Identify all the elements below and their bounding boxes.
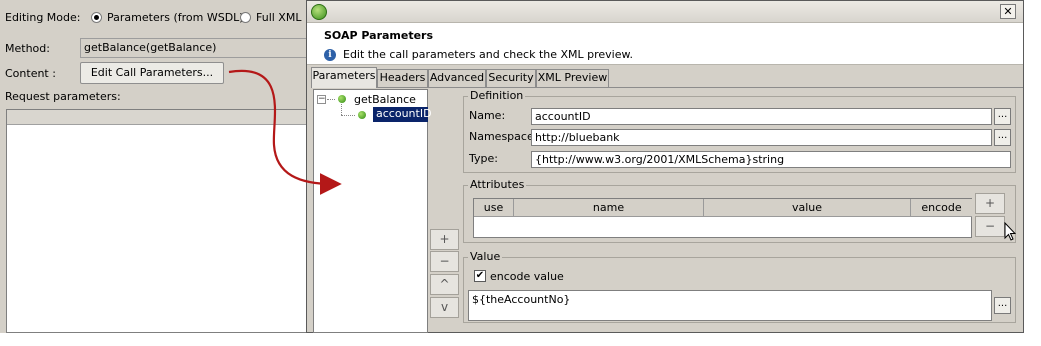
value-browse-button[interactable]: ... [994, 297, 1011, 314]
method-label: Method: [5, 42, 50, 55]
add-attribute-button[interactable]: + [975, 193, 1005, 214]
name-label: Name: [469, 109, 506, 122]
type-label: Type: [469, 152, 498, 165]
close-button[interactable]: ✕ [1000, 4, 1016, 19]
attributes-table[interactable]: use name value encode [473, 198, 972, 238]
dialog-description: Edit the call parameters and check the X… [343, 48, 633, 61]
content-label: Content : [5, 67, 56, 80]
soap-parameters-dialog: ✕ SOAP Parameters i Edit the call parame… [306, 0, 1024, 333]
request-parameters-table[interactable] [6, 109, 306, 333]
definition-group-title: Definition [468, 89, 526, 102]
name-browse-button[interactable]: ... [994, 108, 1011, 125]
value-group-title: Value [468, 250, 503, 263]
tab-parameters[interactable]: Parameters [311, 67, 377, 88]
namespace-label: Namespace: [469, 130, 538, 143]
request-parameters-label: Request parameters: [5, 90, 121, 103]
dialog-header: SOAP Parameters i Edit the call paramete… [307, 23, 1023, 65]
radio-parameters[interactable] [91, 12, 102, 23]
tab-advanced[interactable]: Advanced [428, 69, 486, 87]
radio-parameters-label[interactable]: Parameters (from WSDL) [107, 11, 244, 24]
info-icon: i [324, 49, 336, 61]
tree-node-getbalance[interactable]: getBalance [354, 93, 416, 106]
tab-xml-preview[interactable]: XML Preview [536, 69, 609, 87]
edit-call-parameters-button[interactable]: Edit Call Parameters... [80, 62, 224, 84]
remove-attribute-button[interactable]: − [975, 216, 1005, 237]
dialog-title: SOAP Parameters [324, 29, 434, 42]
table-header [7, 110, 306, 125]
column-header-name[interactable]: name [514, 199, 704, 217]
column-header-use[interactable]: use [474, 199, 514, 217]
tab-headers[interactable]: Headers [377, 69, 428, 87]
node-icon [358, 111, 366, 119]
move-up-button[interactable]: ^ [430, 274, 459, 295]
attributes-group-title: Attributes [468, 178, 527, 191]
value-field[interactable]: ${theAccountNo} [468, 290, 992, 321]
node-icon [338, 95, 346, 103]
tab-divider [311, 87, 1023, 88]
add-parameter-button[interactable]: + [430, 229, 459, 250]
column-header-encode[interactable]: encode [911, 199, 972, 217]
request-editor-panel: Editing Mode: Parameters (from WSDL) Ful… [0, 0, 306, 333]
editing-mode-label: Editing Mode: [5, 11, 81, 24]
method-field: getBalance(getBalance) [80, 38, 306, 58]
radio-full-xml[interactable] [240, 12, 251, 23]
tab-security[interactable]: Security [486, 69, 536, 87]
namespace-browse-button[interactable]: ... [994, 129, 1011, 146]
radio-full-xml-label[interactable]: Full XML [256, 11, 301, 24]
tree-connector [341, 104, 342, 115]
collapse-icon[interactable]: − [317, 95, 326, 104]
encode-value-checkbox[interactable]: ✔ [474, 270, 486, 282]
title-bar[interactable]: ✕ [307, 1, 1023, 23]
name-field[interactable]: accountID [531, 108, 992, 125]
type-field[interactable]: {http://www.w3.org/2001/XMLSchema}string [531, 151, 1011, 168]
tree-node-accountid[interactable]: accountID [373, 107, 432, 122]
tree-connector [341, 115, 355, 116]
parameter-tree[interactable]: − getBalance accountID [313, 89, 432, 333]
tree-connector [327, 99, 335, 100]
remove-parameter-button[interactable]: − [430, 251, 459, 272]
column-header-value[interactable]: value [704, 199, 911, 217]
namespace-field[interactable]: http://bluebank [531, 129, 992, 146]
move-down-button[interactable]: v [430, 297, 459, 318]
encode-value-label[interactable]: encode value [490, 270, 564, 283]
app-icon [311, 4, 327, 20]
mouse-cursor-icon [1004, 222, 1016, 241]
